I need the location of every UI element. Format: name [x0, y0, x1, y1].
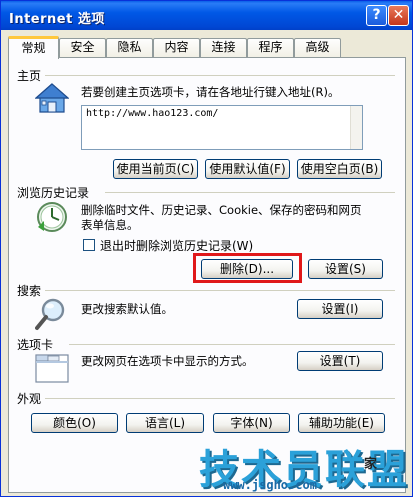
history-description-line1: 删除临时文件、历史记录、Cookie、保存的密码和网页: [81, 203, 362, 217]
tab-general[interactable]: 常规: [8, 36, 59, 59]
search-divider: [45, 290, 395, 291]
tab-content[interactable]: 内容: [153, 38, 200, 58]
tab-connections[interactable]: 连接: [200, 38, 247, 58]
tab-advanced[interactable]: 高级: [294, 38, 341, 58]
languages-button[interactable]: 语言(L): [126, 413, 204, 433]
tabs-window-icon: [35, 354, 69, 383]
homepage-url-textarea[interactable]: http://www.hao123.com/: [81, 105, 363, 150]
colors-button[interactable]: 颜色(O): [31, 413, 118, 433]
fonts-button[interactable]: 字体(N): [213, 413, 290, 433]
history-divider: [105, 192, 395, 193]
url-scrollbar[interactable]: [350, 106, 362, 149]
house-icon: [35, 83, 69, 113]
internet-options-window: Internet 选项 ? ✕ 常规 安全 隐私 内容 连接 程序 高级 主页 …: [0, 0, 413, 497]
search-settings-button[interactable]: 设置(I): [297, 299, 383, 319]
use-current-button[interactable]: 使用当前页(C): [113, 159, 198, 179]
window-title: Internet 选项: [9, 12, 105, 27]
appearance-divider: [45, 398, 395, 399]
highlight-box: [193, 253, 302, 283]
tab-privacy[interactable]: 隐私: [106, 38, 153, 58]
tabs-divider: [69, 344, 395, 345]
help-button[interactable]: ?: [366, 5, 387, 26]
delete-on-exit-label[interactable]: 退出时删除浏览历史记录(W): [100, 237, 253, 254]
history-description-line2: 表单信息。: [81, 218, 139, 232]
watermark-sub: 家: [364, 457, 378, 472]
homepage-url-value: http://www.hao123.com/: [86, 108, 219, 119]
tab-security[interactable]: 安全: [59, 38, 106, 58]
title-bar[interactable]: Internet 选项 ? ✕: [1, 1, 412, 30]
history-clock-icon: [37, 202, 67, 232]
watermark-url: www.jsgho.com: [223, 478, 317, 492]
search-description: 更改搜索默认值。: [81, 302, 173, 316]
history-settings-button[interactable]: 设置(S): [308, 259, 383, 279]
homepage-description: 若要创建主页选项卡，请在各地址行键入地址(R)。: [81, 85, 340, 99]
magnifier-icon: [35, 298, 65, 330]
accessibility-button[interactable]: 辅助功能(E): [298, 413, 385, 433]
close-button[interactable]: ✕: [388, 5, 409, 26]
tabs-description: 更改网页在选项卡中显示的方式。: [81, 354, 254, 368]
appearance-group-label: 外观: [17, 392, 42, 406]
tab-programs[interactable]: 程序: [247, 38, 294, 58]
tabs-settings-button[interactable]: 设置(T): [297, 351, 383, 371]
use-default-button[interactable]: 使用默认值(F): [205, 159, 290, 179]
use-blank-button[interactable]: 使用空白页(B): [297, 159, 382, 179]
homepage-divider: [45, 75, 395, 76]
homepage-group-label: 主页: [17, 69, 42, 83]
delete-on-exit-checkbox[interactable]: [83, 239, 95, 251]
history-group-label: 浏览历史记录: [17, 186, 90, 200]
